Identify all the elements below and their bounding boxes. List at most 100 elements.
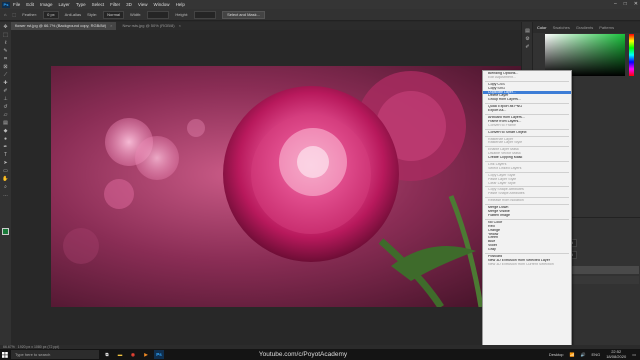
brush-panel-icon[interactable]: ✐ — [524, 44, 531, 50]
foreground-color-swatch[interactable] — [2, 228, 9, 235]
pen-tool-icon[interactable]: ✒ — [2, 144, 9, 150]
history-panel-icon[interactable]: ▤ — [524, 28, 531, 34]
photoshop-taskbar-icon[interactable]: Ps — [154, 350, 164, 359]
notification-icon[interactable]: ▭ — [632, 352, 636, 357]
gradient-tool-icon[interactable]: ▤ — [2, 120, 9, 126]
menu-3d[interactable]: 3D — [126, 2, 132, 7]
chrome-icon[interactable]: ◉ — [128, 350, 138, 359]
menu-bar: Ps File Edit Image Layer Type Select Fil… — [0, 0, 640, 9]
menu-separator — [485, 135, 569, 137]
context-menu-item[interactable]: Flatten Image — [483, 214, 571, 218]
close-tab-icon[interactable]: × — [179, 23, 181, 28]
context-menu-item[interactable]: Export As... — [483, 109, 571, 113]
desktop-label[interactable]: Desktop — [549, 352, 564, 357]
width-label: Width: — [130, 12, 142, 17]
width-input[interactable] — [147, 10, 170, 19]
menu-image[interactable]: Image — [40, 2, 53, 7]
marquee-tool-icon[interactable]: ⬚ — [2, 32, 9, 38]
task-view-icon[interactable]: ⧉ — [102, 350, 112, 359]
eyedropper-tool-icon[interactable]: ⟋ — [2, 72, 9, 78]
properties-panel-icon[interactable]: ⚙ — [524, 36, 531, 42]
minimize-button[interactable]: – — [614, 1, 617, 7]
rectangle-tool-icon[interactable]: ▭ — [2, 168, 9, 174]
type-tool-icon[interactable]: T — [2, 152, 9, 158]
tab-patterns[interactable]: Patterns — [599, 25, 614, 30]
menu-help[interactable]: Help — [176, 2, 185, 7]
tab-swatches[interactable]: Swatches — [553, 25, 570, 30]
brush-tool-icon[interactable]: ✐ — [2, 88, 9, 94]
context-menu-item[interactable]: Convert to Smart Object — [483, 131, 571, 135]
menu-separator — [485, 186, 569, 188]
hand-tool-icon[interactable]: ✋ — [2, 176, 9, 182]
layer-context-menu: Blending Options... Edit Adjustment... Cop… — [482, 70, 572, 346]
tab-gradients[interactable]: Gradients — [576, 25, 593, 30]
context-menu-item[interactable]: Group from Layers... — [483, 98, 571, 102]
menu-view[interactable]: View — [138, 2, 148, 7]
windows-start-icon[interactable] — [0, 349, 9, 360]
close-button[interactable]: ✕ — [634, 1, 638, 7]
move-tool-icon[interactable]: ✥ — [2, 24, 9, 30]
menu-window[interactable]: Window — [154, 2, 170, 7]
home-icon[interactable]: ⌂ — [4, 12, 6, 17]
language-indicator[interactable]: ENG — [592, 352, 601, 357]
system-tray: Desktop 📶 🔊 ENG 22:52 18/08/2020 ▭ — [549, 349, 636, 360]
anti-alias-checkbox[interactable]: Anti-alias — [65, 12, 81, 17]
menu-separator — [485, 252, 569, 254]
clone-stamp-tool-icon[interactable]: ⊥ — [2, 96, 9, 102]
context-menu-item[interactable]: Gray — [483, 248, 571, 252]
menu-separator — [485, 197, 569, 199]
blur-tool-icon[interactable]: ◆ — [2, 128, 9, 134]
menu-type[interactable]: Type — [76, 2, 86, 7]
clock[interactable]: 22:52 18/08/2020 — [606, 349, 627, 359]
frame-tool-icon[interactable]: ⊠ — [2, 64, 9, 70]
marquee-tool-icon[interactable]: ⬚ — [12, 12, 16, 17]
context-menu-item[interactable]: Create Clipping Mask — [483, 156, 571, 160]
lasso-tool-icon[interactable]: ℓ — [2, 40, 9, 46]
photoshop-logo[interactable]: Ps — [2, 1, 10, 8]
history-brush-tool-icon[interactable]: ↺ — [2, 104, 9, 110]
quick-select-tool-icon[interactable]: ✎ — [2, 48, 9, 54]
eraser-tool-icon[interactable]: ▱ — [2, 112, 9, 118]
feather-input[interactable]: 0 px — [43, 10, 59, 19]
channel-watermark: Youtube.com/c/PoyotAcademy — [258, 351, 348, 358]
style-select[interactable]: Normal — [103, 10, 125, 19]
menu-separator — [485, 80, 569, 82]
tab-label: New rsts.jpg @ 50% (RGB/8) — [122, 23, 175, 28]
close-tab-icon[interactable]: × — [110, 23, 112, 28]
menu-separator — [485, 204, 569, 206]
context-menu-item: Rasterize Layer Style — [488, 141, 523, 145]
file-explorer-icon[interactable]: ▬ — [115, 350, 125, 359]
menu-file[interactable]: File — [13, 2, 20, 7]
menu-separator — [485, 114, 569, 116]
maximize-button[interactable]: □ — [624, 1, 627, 7]
media-player-icon[interactable]: ▶ — [141, 350, 151, 359]
menu-filter[interactable]: Filter — [110, 2, 120, 7]
zoom-tool-icon[interactable]: ⌕ — [2, 184, 9, 190]
healing-brush-tool-icon[interactable]: ✚ — [2, 80, 9, 86]
taskbar-search-input[interactable]: Type here to search — [11, 350, 99, 359]
tab-color[interactable]: Color — [537, 25, 547, 30]
tab-flower-document[interactable]: flower rst.jpg @ 66.7% (Background copy,… — [11, 22, 117, 30]
menu-layer[interactable]: Layer — [59, 2, 70, 7]
height-input[interactable] — [194, 10, 217, 19]
crop-tool-icon[interactable]: ⌗ — [2, 56, 9, 62]
window-controls: – □ ✕ — [614, 1, 638, 7]
dodge-tool-icon[interactable]: ● — [2, 136, 9, 142]
context-menu-item: New 3D Extrusion from Current Selection — [488, 262, 554, 266]
tab-new-document[interactable]: New rsts.jpg @ 50% (RGB/8) × — [118, 22, 184, 30]
volume-icon[interactable]: 🔊 — [581, 352, 586, 357]
hue-slider[interactable] — [629, 34, 634, 76]
clock-date: 18/08/2020 — [606, 353, 627, 359]
select-and-mask-button[interactable]: Select and Mask... — [222, 10, 265, 19]
context-menu-item: Paste Shape Attributes — [488, 192, 525, 196]
context-menu-item: Convert to Frame — [488, 123, 516, 127]
menu-edit[interactable]: Edit — [26, 2, 34, 7]
height-label: Height: — [175, 12, 189, 17]
menu-separator — [485, 218, 569, 220]
menu-select[interactable]: Select — [92, 2, 105, 7]
path-select-tool-icon[interactable]: ➤ — [2, 160, 9, 166]
style-label: Style: — [87, 12, 98, 17]
context-menu-item: Select Linked Layers — [488, 166, 522, 170]
network-icon[interactable]: 📶 — [570, 352, 575, 357]
more-tools-icon[interactable]: … — [2, 192, 9, 198]
